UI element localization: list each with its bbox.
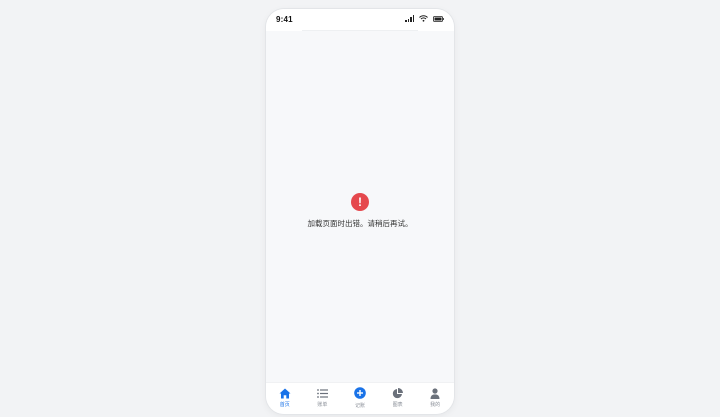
wifi-icon — [419, 15, 428, 22]
error-icon: ! — [351, 193, 369, 211]
error-state: ! 加载页面时出错。请稍后再试。 — [266, 193, 454, 229]
tab-bills[interactable]: 账单 — [307, 387, 337, 408]
tab-add-record[interactable]: 记账 — [345, 387, 375, 409]
signal-icon — [405, 15, 414, 22]
status-time: 9:41 — [276, 15, 293, 24]
status-bar: 9:41 — [266, 9, 454, 31]
tab-label: 图表 — [392, 402, 403, 408]
home-icon — [279, 387, 291, 399]
tab-label: 首页 — [279, 402, 290, 408]
tab-label: 记账 — [354, 403, 365, 409]
error-message: 加载页面时出错。请稍后再试。 — [307, 219, 413, 228]
tab-profile[interactable]: 我的 — [420, 387, 450, 408]
tab-bar: 首页 账单 记账 图表 我的 — [266, 382, 454, 414]
tab-charts[interactable]: 图表 — [383, 387, 413, 408]
list-icon — [316, 387, 328, 399]
main-content: ! 加载页面时出错。请稍后再试。 — [266, 31, 454, 382]
status-icons — [405, 15, 444, 22]
phone-frame: 9:41 ! 加载页面时出错。请稍后再试。 首页 账单 记账 图表 我的 — [266, 9, 454, 414]
pie-chart-icon — [392, 387, 404, 399]
tab-home[interactable]: 首页 — [270, 387, 300, 408]
plus-circle-icon — [354, 387, 366, 399]
battery-icon — [433, 15, 444, 22]
tab-label: 我的 — [430, 402, 441, 408]
tab-label: 账单 — [317, 402, 328, 408]
user-icon — [430, 387, 440, 399]
